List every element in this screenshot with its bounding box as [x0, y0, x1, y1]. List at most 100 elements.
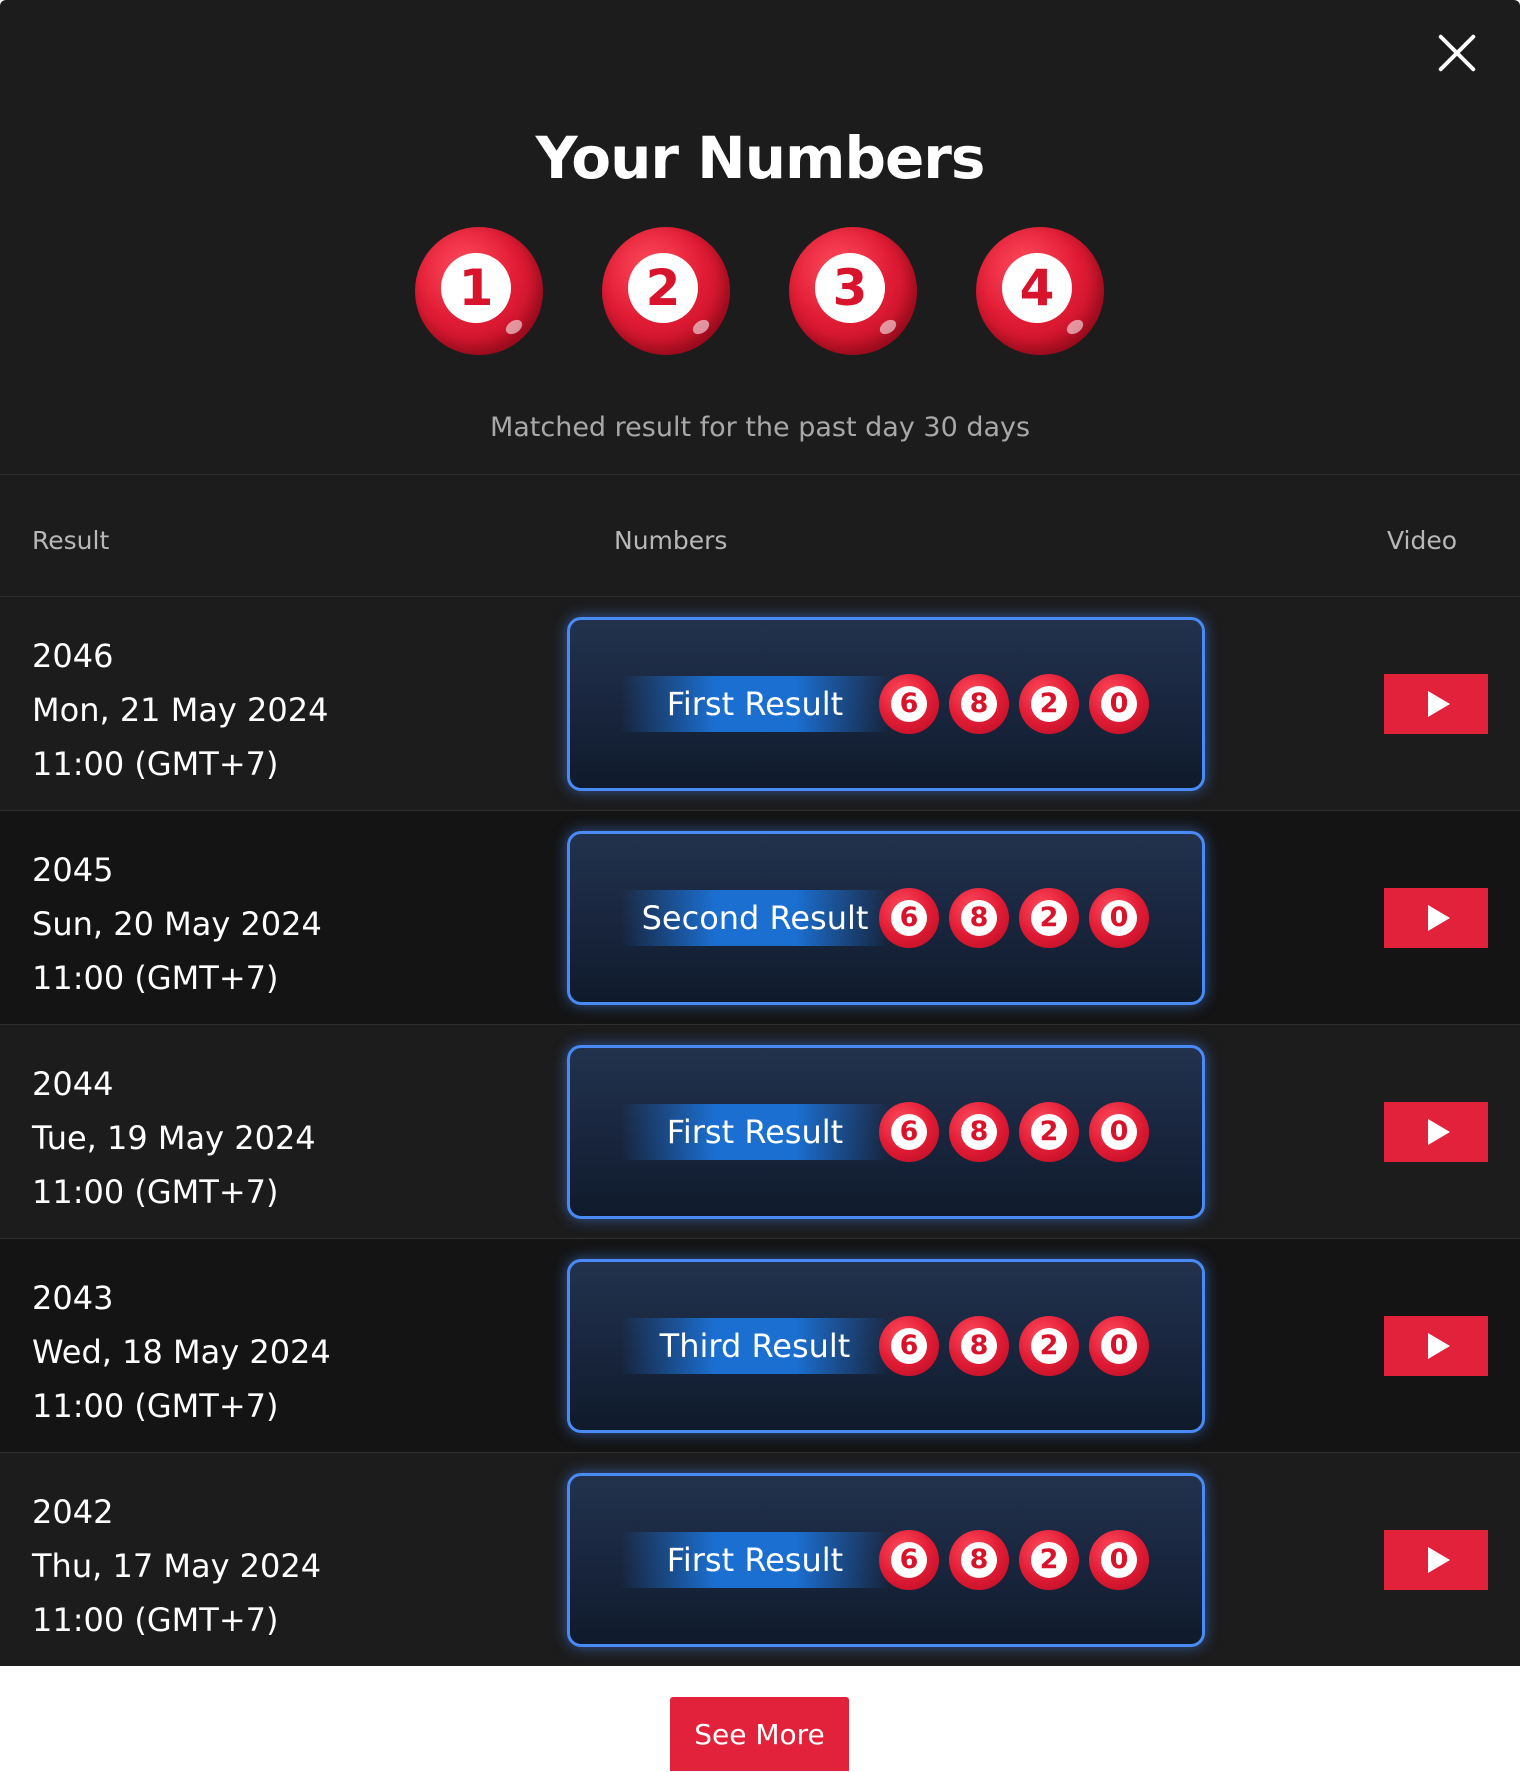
table-row: 2046 Mon, 21 May 2024 11:00 (GMT+7) Firs… [0, 596, 1520, 810]
result-ball: 2 [1019, 1530, 1079, 1590]
play-icon [1428, 1333, 1450, 1359]
selected-numbers: 1 2 3 4 [415, 227, 1104, 355]
play-video-button[interactable] [1384, 674, 1488, 734]
result-ball-value: 6 [891, 686, 927, 722]
result-ball-value: 0 [1101, 1542, 1137, 1578]
result-ball-value: 0 [1101, 686, 1137, 722]
result-ball: 8 [949, 1316, 1009, 1376]
result-ball-value: 8 [961, 1328, 997, 1364]
draw-date: Thu, 17 May 2024 [32, 1547, 322, 1585]
result-ball-value: 8 [961, 1542, 997, 1578]
result-numbers: 6 8 2 0 [879, 1102, 1159, 1162]
draw-time: 11:00 (GMT+7) [32, 1601, 279, 1639]
results-modal: Your Numbers 1 2 3 4 Matched result for … [0, 0, 1520, 1666]
result-label: Second Result [641, 899, 869, 937]
ball-shine [1064, 316, 1086, 338]
result-label: First Result [666, 1541, 844, 1579]
result-ball-value: 6 [891, 1328, 927, 1364]
result-ball: 8 [949, 888, 1009, 948]
play-icon [1428, 1119, 1450, 1145]
play-icon [1428, 691, 1450, 717]
result-numbers: 6 8 2 0 [879, 1316, 1159, 1376]
result-card: Second Result 6 8 2 0 [567, 831, 1205, 1005]
result-ball: 6 [879, 674, 939, 734]
play-icon [1428, 1547, 1450, 1573]
result-ball-value: 2 [1031, 1114, 1067, 1150]
result-ball: 0 [1089, 1316, 1149, 1376]
play-video-button[interactable] [1384, 1102, 1488, 1162]
ball-shine [503, 316, 525, 338]
result-numbers: 6 8 2 0 [879, 674, 1159, 734]
result-numbers: 6 8 2 0 [879, 1530, 1159, 1590]
number-ball: 1 [415, 227, 543, 355]
result-ball: 6 [879, 888, 939, 948]
number-ball: 4 [976, 227, 1104, 355]
play-icon [1428, 905, 1450, 931]
ball-shine [877, 316, 899, 338]
result-ball-value: 2 [1031, 686, 1067, 722]
draw-date: Wed, 18 May 2024 [32, 1333, 331, 1371]
result-ball: 2 [1019, 1316, 1079, 1376]
result-card: First Result 6 8 2 0 [567, 1473, 1205, 1647]
number-ball-value: 1 [441, 253, 511, 323]
result-label-strip: Second Result [620, 890, 890, 946]
see-more-button[interactable]: See More [670, 1697, 849, 1771]
result-ball-value: 2 [1031, 1328, 1067, 1364]
draw-date: Tue, 19 May 2024 [32, 1119, 316, 1157]
result-ball: 6 [879, 1530, 939, 1590]
result-label: First Result [666, 1113, 844, 1151]
number-ball-value: 2 [628, 253, 698, 323]
column-header-numbers: Numbers [614, 526, 728, 555]
draw-info: 2046 Mon, 21 May 2024 11:00 (GMT+7) [32, 629, 328, 791]
play-video-button[interactable] [1384, 1530, 1488, 1590]
result-ball: 8 [949, 1102, 1009, 1162]
result-ball: 2 [1019, 674, 1079, 734]
result-ball: 0 [1089, 1530, 1149, 1590]
draw-info: 2043 Wed, 18 May 2024 11:00 (GMT+7) [32, 1271, 331, 1433]
result-ball: 0 [1089, 888, 1149, 948]
draw-number: 2043 [32, 1279, 114, 1317]
draw-number: 2042 [32, 1493, 114, 1531]
result-ball: 6 [879, 1102, 939, 1162]
result-ball-value: 8 [961, 686, 997, 722]
draw-time: 11:00 (GMT+7) [32, 1173, 279, 1211]
draw-number: 2045 [32, 851, 114, 889]
play-video-button[interactable] [1384, 888, 1488, 948]
result-label-strip: Third Result [620, 1318, 890, 1374]
draw-number: 2046 [32, 637, 114, 675]
result-card: First Result 6 8 2 0 [567, 617, 1205, 791]
result-ball-value: 6 [891, 900, 927, 936]
play-video-button[interactable] [1384, 1316, 1488, 1376]
result-ball: 8 [949, 674, 1009, 734]
draw-info: 2045 Sun, 20 May 2024 11:00 (GMT+7) [32, 843, 322, 1005]
result-ball-value: 8 [961, 1114, 997, 1150]
draw-time: 11:00 (GMT+7) [32, 959, 279, 997]
result-label: First Result [666, 685, 844, 723]
result-ball-value: 0 [1101, 1114, 1137, 1150]
table-row: 2042 Thu, 17 May 2024 11:00 (GMT+7) Firs… [0, 1452, 1520, 1666]
result-ball-value: 2 [1031, 900, 1067, 936]
result-label-strip: First Result [620, 1532, 890, 1588]
result-card: Third Result 6 8 2 0 [567, 1259, 1205, 1433]
number-ball: 2 [602, 227, 730, 355]
result-ball-value: 0 [1101, 900, 1137, 936]
draw-info: 2042 Thu, 17 May 2024 11:00 (GMT+7) [32, 1485, 321, 1647]
column-header-video: Video [1386, 526, 1457, 555]
result-ball-value: 2 [1031, 1542, 1067, 1578]
table-row: 2045 Sun, 20 May 2024 11:00 (GMT+7) Seco… [0, 810, 1520, 1024]
draw-info: 2044 Tue, 19 May 2024 11:00 (GMT+7) [32, 1057, 316, 1219]
table-header: Result Numbers Video [0, 475, 1520, 596]
number-ball: 3 [789, 227, 917, 355]
result-ball: 6 [879, 1316, 939, 1376]
number-ball-value: 4 [1002, 253, 1072, 323]
result-ball-value: 6 [891, 1114, 927, 1150]
close-icon[interactable] [1432, 28, 1482, 78]
result-ball: 0 [1089, 1102, 1149, 1162]
table-row: 2043 Wed, 18 May 2024 11:00 (GMT+7) Thir… [0, 1238, 1520, 1452]
result-label-strip: First Result [620, 676, 890, 732]
column-header-result: Result [32, 526, 110, 555]
result-ball: 2 [1019, 888, 1079, 948]
modal-subtitle: Matched result for the past day 30 days [489, 412, 1031, 443]
draw-date: Sun, 20 May 2024 [32, 905, 322, 943]
result-ball-value: 6 [891, 1542, 927, 1578]
